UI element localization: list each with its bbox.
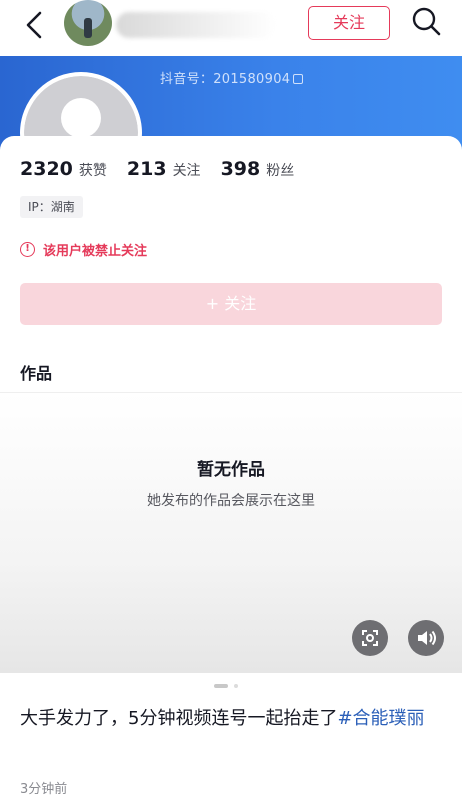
followers-label[interactable]: 粉丝 — [266, 160, 294, 180]
stats-row: 2320 获赞 213 关注 398 粉丝 — [20, 158, 314, 180]
works-empty-state: 暂无作品 她发布的作品会展示在这里 — [0, 393, 462, 673]
likes-count: 2320 — [20, 158, 73, 180]
warning-icon: ! — [20, 242, 35, 257]
profile-card: 2320 获赞 213 关注 398 粉丝 IP：湖南 ! 该用户被禁止关注 +… — [0, 136, 462, 800]
hashtag-link[interactable]: #合能璞丽 — [337, 708, 424, 729]
speaker-glyph-icon — [418, 630, 436, 646]
copy-icon[interactable] — [293, 74, 304, 84]
page-indicator — [214, 684, 244, 688]
search-icon[interactable] — [410, 4, 442, 38]
back-arrow-icon[interactable] — [18, 8, 52, 42]
page-dot-active — [214, 684, 228, 688]
following-label[interactable]: 关注 — [173, 160, 201, 180]
ip-location-tag: IP：湖南 — [20, 196, 83, 218]
empty-title: 暂无作品 — [197, 460, 265, 480]
screenshot-scan-icon[interactable] — [352, 620, 388, 656]
douyin-id-text: 抖音号：201580904 — [160, 72, 291, 87]
ban-notice: ! 该用户被禁止关注 — [20, 240, 147, 259]
douyin-id[interactable]: 抖音号：201580904 — [160, 68, 304, 87]
post-caption: 大手发力了，5分钟视频连号一起抬走了#合能璞丽 — [20, 702, 444, 736]
ban-notice-text: 该用户被禁止关注 — [43, 244, 148, 259]
works-section-title[interactable]: 作品 — [20, 360, 52, 384]
follow-button-disabled[interactable]: + 关注 — [20, 283, 442, 325]
following-count[interactable]: 213 — [127, 158, 167, 180]
scan-glyph-icon — [362, 630, 378, 646]
post-time: 3分钟前 — [20, 782, 68, 797]
follow-button-top[interactable]: 关注 — [308, 6, 390, 40]
page-dot — [234, 684, 238, 688]
caption-text: 大手发力了，5分钟视频连号一起抬走了 — [20, 708, 338, 729]
followers-count[interactable]: 398 — [221, 158, 261, 180]
sound-icon[interactable] — [408, 620, 444, 656]
likes-label: 获赞 — [78, 163, 107, 179]
user-avatar-small[interactable] — [64, 0, 112, 46]
username-blurred — [116, 12, 276, 38]
top-bar: 关注 — [0, 0, 462, 56]
empty-subtitle: 她发布的作品会展示在这里 — [147, 493, 315, 509]
